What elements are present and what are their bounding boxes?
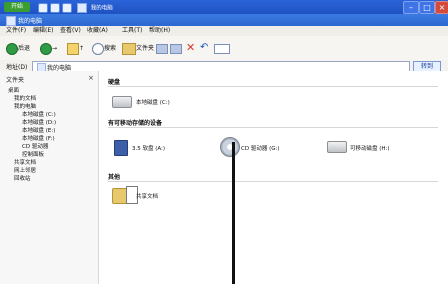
taskbar-window-label: 我的电脑	[90, 5, 113, 12]
views-icon[interactable]	[214, 44, 230, 54]
section-divider	[108, 181, 438, 182]
maximize-button[interactable]: □	[419, 1, 435, 14]
menu-favorites[interactable]: 收藏(A)	[87, 26, 108, 36]
minimize-button[interactable]: –	[403, 1, 419, 14]
folders-button[interactable]: 文件夹	[136, 44, 154, 54]
folders-icon[interactable]	[122, 43, 136, 55]
delete-icon[interactable]: ✕	[186, 42, 195, 54]
close-button[interactable]: ×	[435, 1, 448, 14]
taskbar: 开始 我的电脑 – □ ×	[0, 0, 448, 14]
menu-edit[interactable]: 编辑(E)	[33, 26, 53, 36]
floppy-drive-icon[interactable]	[114, 140, 128, 156]
forward-icon[interactable]	[40, 43, 52, 55]
menu-tools[interactable]: 工具(T)	[122, 26, 142, 36]
tree-item-recycle-bin[interactable]: 回收站	[14, 174, 31, 182]
search-icon[interactable]	[92, 43, 104, 55]
cd-drive-icon[interactable]	[220, 137, 240, 157]
address-label: 地址(D)	[6, 64, 28, 71]
move-icon[interactable]	[156, 44, 168, 54]
forward-label[interactable]: →	[52, 44, 57, 54]
tree-item-network[interactable]: 网上邻居	[14, 166, 36, 174]
tree-item-drive-f[interactable]: 本地磁盘 (F:)	[22, 134, 55, 142]
removable-drive-icon[interactable]	[327, 141, 347, 153]
folders-pane-title: 文件夹	[6, 77, 25, 84]
quick-launch-icon[interactable]	[38, 3, 48, 13]
window-titlebar: 我的电脑	[0, 14, 448, 26]
start-button[interactable]: 开始	[4, 2, 30, 12]
close-folders-pane-icon[interactable]: ×	[88, 74, 94, 82]
shared-folder-label[interactable]: 共享文档	[136, 192, 158, 200]
window-title: 我的电脑	[18, 18, 43, 25]
quick-launch-icon[interactable]	[62, 3, 72, 13]
back-icon[interactable]	[6, 43, 18, 55]
up-label[interactable]: ↑	[79, 44, 84, 54]
tree-item-my-computer[interactable]: 我的电脑	[14, 102, 36, 110]
window-icon	[77, 3, 87, 13]
back-label[interactable]: 后退	[18, 44, 30, 54]
search-button[interactable]: 搜索	[104, 44, 116, 54]
section-hard-disks: 硬盘	[108, 79, 121, 86]
tree-item-control-panel[interactable]: 控制面板	[22, 150, 44, 158]
tree-item-drive-d[interactable]: 本地磁盘 (D:)	[22, 118, 56, 126]
menu-file[interactable]: 文件(F)	[6, 26, 26, 36]
tree-item-desktop[interactable]: 桌面	[8, 86, 19, 94]
removable-drive-label[interactable]: 可移动磁盘 (H:)	[350, 144, 390, 152]
section-removable: 有可移动存储的设备	[108, 120, 163, 127]
drive-c-icon[interactable]	[112, 96, 132, 108]
menu-view[interactable]: 查看(V)	[60, 26, 81, 36]
section-other: 其他	[108, 174, 121, 181]
tree-item-shared-documents[interactable]: 共享文档	[14, 158, 36, 166]
cd-drive-label[interactable]: CD 驱动器 (G:)	[241, 144, 279, 152]
copy-icon[interactable]	[170, 44, 182, 54]
tree-item-my-documents[interactable]: 我的文档	[14, 94, 36, 102]
floppy-drive-label[interactable]: 3.5 软盘 (A:)	[132, 144, 165, 152]
section-divider	[108, 86, 438, 87]
computer-icon	[6, 16, 16, 26]
tree-item-drive-c[interactable]: 本地磁盘 (C:)	[22, 110, 56, 118]
drive-c-label[interactable]: 本地磁盘 (C:)	[136, 98, 170, 106]
tree-item-drive-e[interactable]: 本地磁盘 (E:)	[22, 126, 55, 134]
up-icon[interactable]	[67, 43, 79, 55]
tree-item-cd-drive[interactable]: CD 驱动器	[22, 142, 48, 150]
taskbar-window-item[interactable]: 我的电脑	[77, 3, 113, 13]
annotation-pointer	[232, 142, 235, 284]
toolbar: 后退 → ↑ 搜索 文件夹 ✕ ↶	[0, 36, 448, 61]
menu-help[interactable]: 帮助(H)	[149, 26, 170, 36]
undo-icon[interactable]: ↶	[200, 42, 208, 54]
section-divider	[108, 127, 438, 128]
quick-launch-icon[interactable]	[50, 3, 60, 13]
